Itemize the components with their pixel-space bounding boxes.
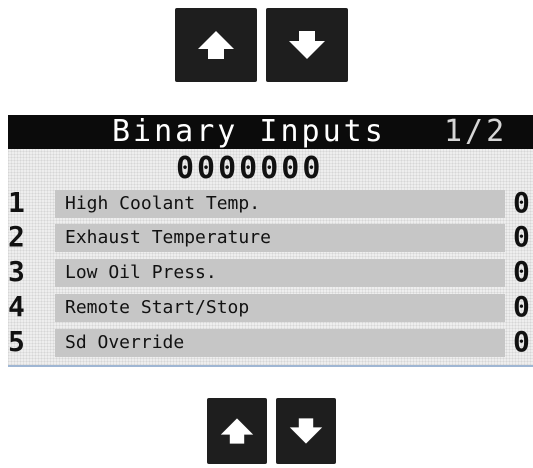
input-value: 0	[513, 290, 530, 323]
arrow-up-icon	[220, 418, 254, 444]
page-indicator: 1/2	[444, 115, 508, 149]
input-label: Exhaust Temperature	[65, 227, 271, 248]
screen-title: Binary Inputs	[112, 115, 386, 149]
scroll-down-button[interactable]	[276, 398, 336, 464]
arrow-down-icon	[289, 31, 325, 59]
input-row: 4 Remote Start/Stop 0	[8, 290, 533, 323]
input-row: 3 Low Oil Press. 0	[8, 255, 533, 288]
lcd-header: Binary Inputs 1/2	[8, 115, 533, 149]
input-row: 2 Exhaust Temperature 0	[8, 220, 533, 253]
lcd-display: Binary Inputs 1/2 0000000 1 High Coolant…	[8, 115, 533, 367]
input-number: 3	[8, 255, 25, 288]
input-label: High Coolant Temp.	[65, 193, 261, 214]
input-value: 0	[513, 325, 530, 358]
input-bits-value: 0000000	[176, 151, 324, 186]
input-number: 4	[8, 290, 25, 323]
scroll-up-button[interactable]	[207, 398, 267, 464]
arrow-up-icon	[198, 31, 234, 59]
input-value: 0	[513, 220, 530, 253]
input-label: Sd Override	[65, 332, 185, 353]
input-label-bar: Low Oil Press.	[55, 259, 505, 287]
input-value: 0	[513, 186, 530, 219]
input-number: 2	[8, 220, 25, 253]
input-label-bar: Exhaust Temperature	[55, 224, 505, 252]
input-label-bar: Remote Start/Stop	[55, 294, 505, 322]
input-value: 0	[513, 255, 530, 288]
input-label: Remote Start/Stop	[65, 297, 250, 318]
input-number: 5	[8, 325, 25, 358]
top-navigation	[175, 8, 348, 82]
arrow-down-icon	[289, 418, 323, 444]
input-number: 1	[8, 186, 25, 219]
input-label-bar: High Coolant Temp.	[55, 190, 505, 218]
scroll-up-button[interactable]	[175, 8, 257, 82]
input-row: 5 Sd Override 0	[8, 325, 533, 358]
input-label: Low Oil Press.	[65, 262, 217, 283]
scroll-down-button[interactable]	[266, 8, 348, 82]
input-row: 1 High Coolant Temp. 0	[8, 186, 533, 219]
bottom-navigation	[207, 398, 336, 464]
input-label-bar: Sd Override	[55, 329, 505, 357]
